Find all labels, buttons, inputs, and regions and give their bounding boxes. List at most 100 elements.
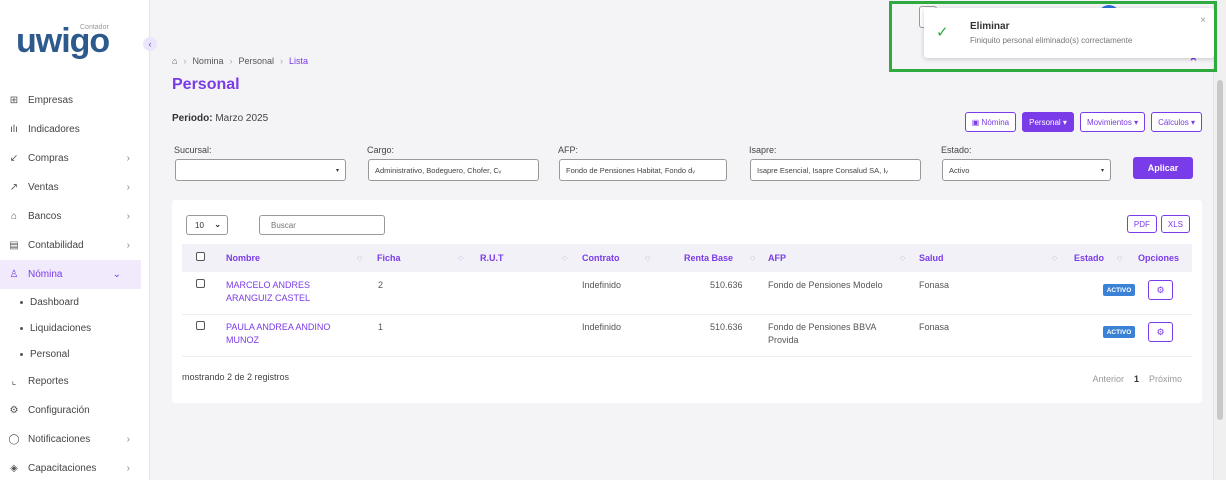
calculos-dropdown-button[interactable]: Cálculos ▾ — [1151, 112, 1202, 132]
pagination-page[interactable]: 1 — [1134, 374, 1139, 384]
gear-icon: ⚙ — [9, 405, 19, 416]
sort-icon[interactable]: ◇ — [357, 254, 362, 262]
sidebar-item-configuracion[interactable]: ⚙ Configuración — [0, 396, 150, 425]
status-badge: ACTIVO — [1103, 326, 1135, 338]
sidebar-subitem-label: Liquidaciones — [30, 322, 92, 334]
page-scrollbar[interactable] — [1213, 0, 1226, 480]
periodo-label: Periodo: — [172, 113, 213, 124]
sidebar-item-ventas[interactable]: ↗ Ventas › — [0, 173, 150, 202]
sidebar-item-label: Nómina — [28, 269, 63, 280]
chevron-right-icon: › — [126, 153, 130, 164]
caret-down-icon: ▾ — [1100, 168, 1104, 174]
sidebar-subitem-liquidaciones[interactable]: Liquidaciones — [0, 315, 150, 341]
sidebar-item-nomina[interactable]: ♙ Nómina ⌄ — [0, 260, 141, 289]
col-nombre[interactable]: Nombre — [226, 253, 260, 263]
cell-renta-base: 510.636 — [710, 280, 743, 290]
sidebar-item-label: Notificaciones — [28, 434, 91, 445]
sidebar-subitem-label: Personal — [30, 348, 70, 360]
table-header: Nombre ◇ Ficha ◇ R.U.T ◇ Contrato ◇ Rent… — [182, 244, 1192, 272]
estado-value: Activo — [949, 165, 970, 175]
options-gear-button[interactable]: ⚙ — [1148, 280, 1173, 300]
employee-name-line1: MARCELO ANDRES — [226, 280, 311, 290]
breadcrumb-separator: › — [279, 56, 283, 66]
sidebar-item-indicadores[interactable]: ılı Indicadores — [0, 115, 150, 144]
periodo: Periodo: Marzo 2025 — [172, 113, 268, 124]
sort-icon[interactable]: ◇ — [458, 254, 463, 262]
employee-name-link[interactable]: MARCELO ANDRES ARANGUIZ CASTEL — [226, 279, 310, 305]
estado-select[interactable]: Activo ▾ — [942, 159, 1111, 181]
sidebar-item-empresas[interactable]: ⊞ Empresas — [0, 86, 150, 115]
cell-contrato: Indefinido — [582, 322, 622, 332]
sort-icon[interactable]: ◇ — [1117, 254, 1122, 262]
page-title: Personal — [172, 76, 240, 93]
cargo-select[interactable]: Administrativo, Bodeguero, Chofer, Cᵥ — [368, 159, 539, 181]
pagination-next[interactable]: Próximo — [1149, 374, 1182, 384]
col-estado[interactable]: Estado — [1074, 253, 1104, 263]
table-row: MARCELO ANDRES ARANGUIZ CASTEL 2 Indefin… — [182, 273, 1192, 315]
breadcrumb-item-personal[interactable]: Personal — [238, 56, 274, 66]
col-ficha[interactable]: Ficha — [377, 253, 401, 263]
sidebar-collapse-button[interactable]: ‹ — [143, 37, 157, 51]
estado-label: Estado: — [941, 145, 972, 155]
sidebar-subitem-dashboard[interactable]: Dashboard — [0, 289, 150, 315]
col-renta-base[interactable]: Renta Base — [684, 253, 733, 263]
row-checkbox[interactable] — [196, 279, 205, 288]
personal-table-card: 10 ⌄ PDF XLS Nombre ◇ Ficha ◇ R.U.T ◇ Co… — [172, 200, 1202, 403]
cell-afp-line1: Fondo de Pensiones BBVA — [768, 322, 877, 332]
cell-afp-line1: Fondo de Pensiones Modelo — [768, 280, 883, 290]
sidebar-item-compras[interactable]: ↙ Compras › — [0, 144, 150, 173]
export-pdf-button[interactable]: PDF — [1126, 215, 1157, 233]
chevron-right-icon: › — [126, 211, 130, 222]
records-info: mostrando 2 de 2 registros — [182, 372, 290, 382]
sucursal-select[interactable]: ▾ — [175, 159, 346, 181]
cell-afp-line2: Provida — [768, 335, 799, 345]
sidebar-item-bancos[interactable]: ⌂ Bancos › — [0, 202, 150, 231]
scrollbar-thumb[interactable] — [1217, 80, 1223, 420]
sidebar-item-reportes[interactable]: ⌞ Reportes — [0, 367, 150, 396]
sort-icon[interactable]: ◇ — [1052, 254, 1057, 262]
sidebar-item-contabilidad[interactable]: ▤ Contabilidad › — [0, 231, 150, 260]
sidebar-item-capacitaciones[interactable]: ◈ Capacitaciones › — [0, 454, 150, 480]
sidebar-subitem-personal[interactable]: Personal — [0, 341, 150, 367]
sort-icon[interactable]: ◇ — [900, 254, 905, 262]
search-input[interactable] — [259, 215, 385, 235]
options-gear-button[interactable]: ⚙ — [1148, 322, 1173, 342]
breadcrumb-item-nomina[interactable]: Nomina — [192, 56, 223, 66]
select-all-checkbox[interactable] — [196, 252, 205, 261]
movimientos-dropdown-button[interactable]: Movimientos ▾ — [1079, 112, 1146, 132]
cell-afp: Fondo de Pensiones Modelo — [768, 279, 883, 292]
col-afp[interactable]: AFP — [768, 253, 786, 263]
pagination-prev[interactable]: Anterior — [1092, 374, 1124, 384]
afp-select[interactable]: Fondo de Pensiones Habitat, Fondo dᵥ — [559, 159, 727, 181]
employee-name-line2: ARANGUIZ CASTEL — [226, 293, 311, 303]
sidebar-item-notificaciones[interactable]: ◯ Notificaciones › — [0, 425, 150, 454]
gears-icon: ⚙ — [1156, 326, 1165, 337]
sort-icon[interactable]: ◇ — [750, 254, 755, 262]
apply-button[interactable]: Aplicar — [1133, 157, 1193, 179]
graduation-cap-icon: ◈ — [10, 463, 18, 474]
export-xls-button[interactable]: XLS — [1160, 215, 1190, 233]
col-rut[interactable]: R.U.T — [480, 253, 504, 263]
uwigo-logo[interactable]: uwigo Contador — [16, 22, 110, 61]
isapre-select[interactable]: Isapre Esencial, Isapre Consalud SA, Iᵥ — [750, 159, 921, 181]
home-icon[interactable]: ⌂ — [172, 56, 177, 66]
cell-renta-base: 510.636 — [710, 322, 743, 332]
chevron-right-icon: › — [126, 463, 130, 474]
employee-name-line2: MUNOZ — [226, 335, 259, 345]
sort-icon[interactable]: ◇ — [645, 254, 650, 262]
row-checkbox[interactable] — [196, 321, 205, 330]
cell-ficha: 1 — [378, 322, 384, 332]
nomina-button[interactable]: ▣ Nómina — [964, 112, 1017, 132]
cell-afp: Fondo de Pensiones BBVA Provida — [768, 321, 876, 347]
isapre-value: Isapre Esencial, Isapre Consalud SA, Iᵥ — [757, 165, 888, 175]
building-icon: ⊞ — [9, 95, 19, 106]
arrow-up-right-icon: ↗ — [9, 182, 19, 193]
page-size-select[interactable]: 10 ⌄ — [186, 215, 228, 235]
personal-dropdown-button[interactable]: Personal ▾ — [1022, 112, 1074, 132]
chevron-down-icon: ⌄ — [214, 220, 221, 229]
sort-icon[interactable]: ◇ — [562, 254, 567, 262]
col-contrato[interactable]: Contrato — [582, 253, 620, 263]
bar-chart-icon: ılı — [10, 124, 18, 135]
col-salud[interactable]: Salud — [919, 253, 944, 263]
employee-name-link[interactable]: PAULA ANDREA ANDINO MUNOZ — [226, 321, 330, 347]
